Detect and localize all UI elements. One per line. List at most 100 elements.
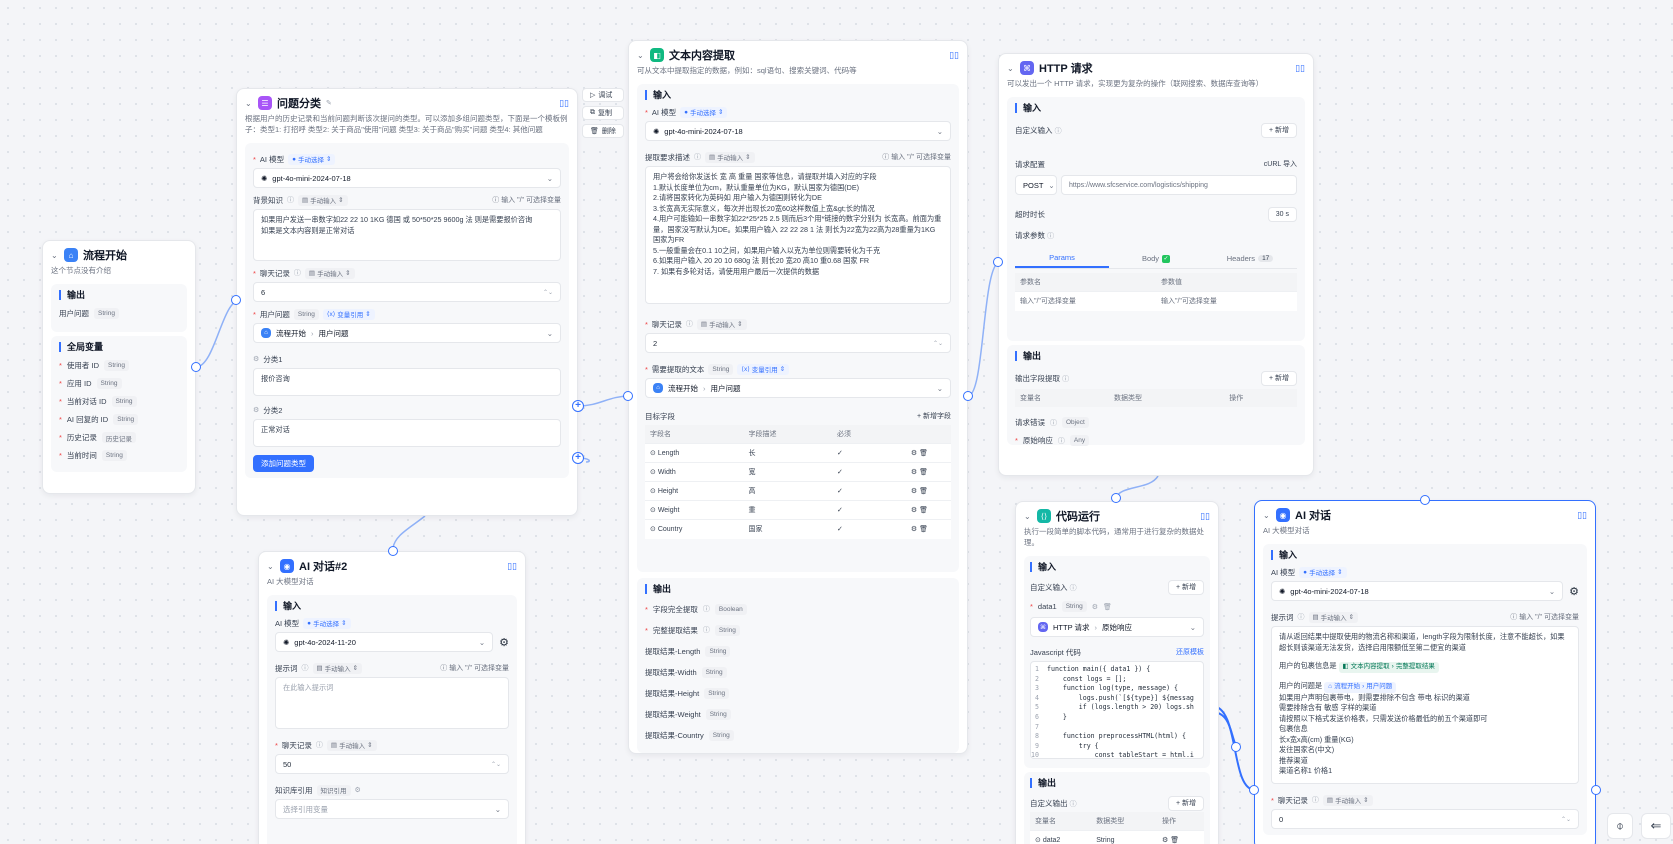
settings-icon[interactable]: ⚙ — [911, 526, 917, 533]
book-icon[interactable]: ▯▯ — [1200, 511, 1210, 522]
trash-icon[interactable]: 🗑 — [919, 488, 928, 495]
start-output-handle[interactable] — [191, 362, 201, 372]
add-input-button[interactable]: + 新增 — [1260, 122, 1297, 138]
stepper-icon[interactable]: ⌃⌄ — [1561, 816, 1571, 823]
help-icon[interactable]: ⓘ — [287, 195, 294, 205]
mode-select[interactable]: ● 手动选择 ⇕ — [303, 617, 351, 629]
help-icon[interactable]: ⓘ — [294, 268, 301, 278]
edit-icon[interactable]: ✎ — [326, 99, 332, 107]
ai-output-handle[interactable] — [1591, 785, 1601, 795]
add-question-type-button[interactable]: 添加问题类型 — [253, 455, 314, 472]
node-ai-chat[interactable]: ⌄ ◉ AI 对话 ▯▯ AI 大模型对话 输入 AI 模型 ● 手动选择 ⇕ ✺… — [1254, 500, 1596, 844]
trash-icon[interactable]: 🗑 — [1170, 837, 1179, 844]
extract-output-handle[interactable] — [963, 391, 973, 401]
ai-top-handle[interactable] — [1420, 495, 1430, 505]
manual-input-tag[interactable]: ▤ 手动输入 ⇕ — [1308, 611, 1359, 623]
add-output-button[interactable]: + 新增 — [1260, 370, 1297, 386]
code-output-handle[interactable] — [1231, 742, 1241, 752]
model-select[interactable]: ✺ gpt-4o-2024-11-20 ⌄ — [275, 632, 494, 652]
model-select[interactable]: ✺ gpt-4o-mini-2024-07-18 ⌄ — [253, 168, 561, 188]
settings-icon[interactable]: ⚙ — [1092, 603, 1098, 611]
code-editor[interactable]: 1 function main({ data1 }) {2 const logs … — [1030, 661, 1204, 759]
table-row[interactable]: ⊙ data2 String ⚙ 🗑 — [1030, 830, 1204, 844]
book-icon[interactable]: ▯▯ — [507, 561, 517, 572]
drag-handle-icon[interactable]: ⚙ — [253, 355, 259, 363]
book-icon[interactable]: ▯▯ — [1295, 63, 1305, 74]
settings-icon[interactable]: ⚙ — [911, 450, 917, 457]
settings-icon[interactable]: ⚙ — [911, 469, 917, 476]
help-icon[interactable]: ⓘ — [694, 152, 701, 162]
chat-history-input[interactable]: 2 ⌃⌄ — [645, 333, 951, 353]
ai-input-handle[interactable] — [1249, 785, 1259, 795]
extract-input-handle[interactable] — [623, 391, 633, 401]
stepper-icon[interactable]: ⌃⌄ — [543, 289, 553, 296]
settings-icon[interactable]: ⚙ — [1162, 837, 1168, 844]
help-icon[interactable]: ⓘ — [703, 625, 710, 635]
manual-input-tag[interactable]: ▤ 手动输入 ⇕ — [696, 318, 747, 330]
settings-icon[interactable]: ⚙ — [355, 786, 361, 794]
stepper-icon[interactable]: ⌃⌄ — [933, 340, 943, 347]
book-icon[interactable]: ▯▯ — [1577, 510, 1587, 521]
class2-textarea[interactable]: 正常对话 — [253, 419, 561, 447]
manual-input-tag[interactable]: ▤ 手动输入 ⇕ — [705, 151, 755, 163]
ref-tag[interactable]: ⟨x⟩ 变量引用 ⇕ — [737, 363, 790, 375]
manual-input-tag[interactable]: ▤ 手动输入 ⇕ — [304, 267, 355, 279]
collapse-chevron-icon[interactable]: ⌄ — [267, 562, 275, 571]
prompt-textarea[interactable]: 请从返回结果中提取使用的物流名称和渠道，length字段为限制长度，注意不能超长… — [1271, 626, 1579, 784]
node-http-request[interactable]: ⌄ ⌘ HTTP 请求 ▯▯ 可以发出一个 HTTP 请求，实现更为复杂的操作（… — [998, 53, 1314, 476]
tab-body[interactable]: Body ✓ — [1109, 249, 1203, 268]
exit-button[interactable]: ⇐ — [1641, 813, 1671, 839]
chat-history-input[interactable]: 0 ⌃⌄ — [1271, 809, 1579, 829]
manual-input-tag[interactable]: ▤ 手动输入 ⇕ — [326, 739, 377, 751]
class2-output-handle[interactable]: + — [572, 452, 584, 464]
curl-import-link[interactable]: cURL 导入 — [1264, 159, 1297, 169]
drag-handle-icon[interactable]: ⚙ — [253, 406, 259, 414]
classify-input-handle[interactable] — [231, 295, 241, 305]
node-flow-start[interactable]: ⌄ ⌂ 流程开始 这个节点没有介绍 输出 用户问题 String 全局变量 * 使… — [42, 240, 196, 494]
trash-icon[interactable]: 🗑 — [919, 526, 928, 533]
table-row[interactable]: 输入"/"可选择变量 输入"/"可选择变量 — [1015, 291, 1297, 311]
manual-input-tag[interactable]: ▤ 手动输入 ⇕ — [298, 194, 348, 206]
debug-button[interactable]: ▷ 调试 — [582, 88, 624, 102]
tab-params[interactable]: Params — [1015, 249, 1109, 268]
question-ref-select[interactable]: ⌂ 流程开始 › 用户问题 ⌄ — [253, 323, 561, 343]
class1-output-handle[interactable]: + — [572, 400, 584, 412]
timeout-input[interactable]: 30 s — [1267, 206, 1297, 222]
help-icon[interactable]: ⓘ — [1312, 795, 1319, 805]
kb-ref-select[interactable]: 选择引用变量 ⌄ — [275, 799, 509, 819]
node-ai-chat-2[interactable]: ⌄ ◉ AI 对话#2 ▯▯ AI 大模型对话 输入 AI 模型 ● 手动选择 ⇕… — [258, 551, 526, 844]
http-output-handle[interactable] — [1111, 493, 1121, 503]
var-ref-select[interactable]: ⌘ HTTP 请求 › 原始响应 ⌄ — [1030, 617, 1204, 637]
mode-select[interactable]: ● 手动选择 ⇕ — [1299, 566, 1347, 578]
help-icon[interactable]: ⓘ — [302, 663, 309, 673]
delete-button[interactable]: 🗑 删除 — [582, 124, 624, 138]
settings-icon[interactable]: ⚙ — [911, 507, 917, 514]
ref-tag[interactable]: ⟨x⟩ 变量引用 ⇕ — [322, 308, 375, 320]
table-row[interactable]: ⊙ Height 高 ✓ ⚙ 🗑 — [645, 481, 951, 501]
node-code-run[interactable]: ⌄ ⟨⟩ 代码运行 ▯▯ 执行一段简单的脚本代码，通常用于进行复杂的数据处理。 … — [1015, 501, 1219, 844]
model-select[interactable]: ✺ gpt-4o-mini-2024-07-18 ⌄ — [645, 121, 951, 141]
node-question-classify[interactable]: ⌄ ☰ 问题分类 ✎ ▯▯ 根据用户的历史记录和当前问题判断该次提问的类型。可以… — [236, 88, 578, 516]
table-row[interactable]: ⊙ Length 长 ✓ ⚙ 🗑 — [645, 443, 951, 463]
trash-icon[interactable]: 🗑 — [1103, 603, 1112, 611]
text-ref-select[interactable]: ⌂ 流程开始 › 用户问题 ⌄ — [645, 378, 951, 398]
book-icon[interactable]: ▯▯ — [559, 98, 569, 109]
chat-history-input[interactable]: 50 ⌃⌄ — [275, 754, 509, 774]
book-icon[interactable]: ▯▯ — [949, 50, 959, 61]
table-row[interactable]: ⊙ Country 国家 ✓ ⚙ 🗑 — [645, 519, 951, 539]
manual-input-tag[interactable]: ▤ 手动输入 ⇕ — [312, 662, 363, 674]
node-text-extract[interactable]: ⌄ ◧ 文本内容提取 ▯▯ 可从文本中提取指定的数据，例如：sql语句、搜索关键… — [628, 40, 968, 754]
collapse-chevron-icon[interactable]: ⌄ — [51, 251, 59, 260]
trash-icon[interactable]: 🗑 — [919, 450, 928, 457]
mode-select[interactable]: ● 手动选择 ⇕ — [288, 153, 336, 165]
collapse-chevron-icon[interactable]: ⌄ — [1024, 512, 1032, 521]
settings-icon[interactable]: ⚙ — [1569, 585, 1579, 598]
mode-select[interactable]: ● 手动选择 ⇕ — [680, 106, 728, 118]
trash-icon[interactable]: 🗑 — [919, 507, 928, 514]
collapse-chevron-icon[interactable]: ⌄ — [1263, 511, 1271, 520]
url-input[interactable]: https://www.sfcservice.com/logistics/shi… — [1061, 175, 1297, 195]
http-input-handle[interactable] — [993, 257, 1003, 267]
trash-icon[interactable]: 🗑 — [919, 469, 928, 476]
table-row[interactable]: ⊙ Width 宽 ✓ ⚙ 🗑 — [645, 462, 951, 482]
extract-requirement-textarea[interactable]: 用户将会给你发送长 宽 高 重量 国家等信息，请提取并填入对应的字段 1.默认长… — [645, 166, 951, 304]
